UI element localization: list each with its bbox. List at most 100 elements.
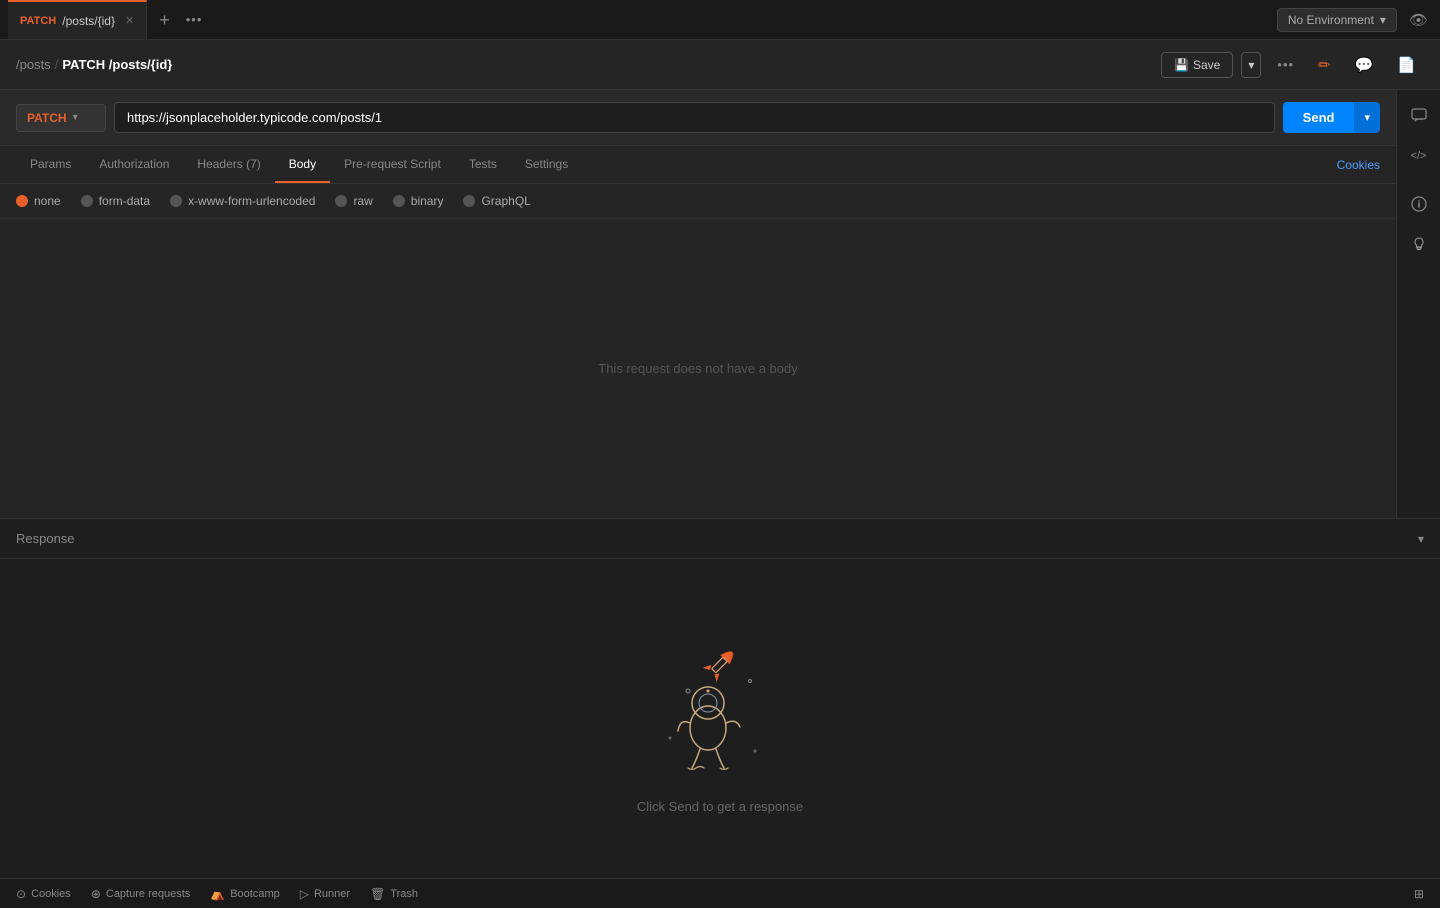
response-panel: Response ▾ (0, 518, 1440, 878)
request-header: /posts / PATCH /posts/{id} 💾 Save ▾ ••• … (0, 40, 1440, 90)
env-chevron-icon: ▾ (1380, 13, 1386, 27)
response-header: Response ▾ (0, 519, 1440, 559)
breadcrumb-current: PATCH /posts/{id} (62, 57, 172, 72)
doc-icon-button[interactable]: 📄 (1389, 52, 1424, 78)
save-dropdown-button[interactable]: ▾ (1241, 52, 1261, 78)
body-type-graphql-label: GraphQL (481, 194, 530, 208)
tab-settings[interactable]: Settings (511, 147, 582, 183)
radio-dot-form-data (81, 195, 93, 207)
body-type-none[interactable]: none (16, 194, 61, 208)
breadcrumb: /posts / PATCH /posts/{id} (16, 57, 1161, 72)
runner-icon: ▷ (300, 887, 309, 901)
lightbulb-icon (1411, 236, 1427, 252)
tab-more-button[interactable]: ••• (186, 12, 203, 27)
sidebar-info-button[interactable] (1401, 186, 1437, 222)
tab-tests[interactable]: Tests (455, 147, 511, 183)
save-icon: 💾 (1174, 58, 1189, 72)
body-content: This request does not have a body (0, 219, 1396, 518)
body-type-raw[interactable]: raw (335, 194, 372, 208)
sidebar-code-button[interactable]: </> (1401, 138, 1437, 174)
bottom-cookies[interactable]: ⊙ Cookies (16, 887, 71, 901)
bottom-bootcamp[interactable]: ⛺ Bootcamp (210, 887, 279, 901)
url-bar: PATCH ▾ Send ▾ (0, 90, 1396, 146)
request-header-actions: 💾 Save ▾ ••• ✏ 💬 📄 (1161, 52, 1424, 78)
tab-bar: PATCH /posts/{id} ✕ + ••• No Environment… (0, 0, 1440, 40)
active-tab[interactable]: PATCH /posts/{id} ✕ (8, 0, 147, 39)
request-tabs: Params Authorization Headers (7) Body Pr… (0, 146, 1396, 184)
capture-icon: ⊕ (91, 887, 101, 901)
body-empty-message: This request does not have a body (598, 361, 797, 376)
radio-dot-urlencoded (170, 195, 182, 207)
body-type-raw-label: raw (353, 194, 372, 208)
send-button-wrapper: Send ▾ (1283, 102, 1380, 133)
sidebar-lightbulb-button[interactable] (1401, 226, 1437, 262)
method-chevron-icon: ▾ (73, 112, 78, 123)
body-type-graphql[interactable]: GraphQL (463, 194, 530, 208)
trash-icon: 🗑 (370, 887, 385, 901)
breadcrumb-parent[interactable]: /posts (16, 57, 51, 72)
tab-pre-request-script[interactable]: Pre-request Script (330, 147, 455, 183)
bottom-runner[interactable]: ▷ Runner (300, 887, 350, 901)
tab-actions: + ••• (155, 7, 202, 33)
body-type-binary-label: binary (411, 194, 444, 208)
body-type-form-data[interactable]: form-data (81, 194, 150, 208)
tab-params[interactable]: Params (16, 147, 85, 183)
eye-icon[interactable]: 👁 (1405, 7, 1432, 33)
radio-dot-none (16, 195, 28, 207)
right-sidebar: </> (1396, 90, 1440, 518)
url-input[interactable] (114, 102, 1275, 133)
astronaut-illustration (640, 623, 800, 783)
radio-dot-binary (393, 195, 405, 207)
capture-label: Capture requests (106, 888, 190, 900)
comment-icon (1411, 108, 1427, 124)
response-body: Click Send to get a response (0, 559, 1440, 878)
cookies-icon: ⊙ (16, 887, 26, 901)
bottom-bar: ⊙ Cookies ⊕ Capture requests ⛺ Bootcamp … (0, 878, 1440, 908)
body-type-urlencoded-label: x-www-form-urlencoded (188, 194, 315, 208)
bootcamp-icon: ⛺ (210, 887, 225, 901)
request-panel: PATCH ▾ Send ▾ Params Authorization Head… (0, 90, 1396, 518)
tab-headers[interactable]: Headers (7) (183, 147, 274, 183)
bootcamp-label: Bootcamp (230, 888, 280, 900)
header-more-button[interactable]: ••• (1269, 53, 1302, 76)
tab-method: PATCH (20, 15, 56, 27)
send-dropdown-button[interactable]: ▾ (1354, 102, 1380, 133)
response-collapse-icon[interactable]: ▾ (1418, 532, 1424, 546)
tab-bar-right: No Environment ▾ 👁 (1277, 7, 1432, 33)
info-icon (1411, 196, 1427, 212)
body-type-bar: none form-data x-www-form-urlencoded raw… (0, 184, 1396, 219)
body-type-binary[interactable]: binary (393, 194, 444, 208)
radio-dot-raw (335, 195, 347, 207)
response-title: Response (16, 531, 75, 546)
body-type-urlencoded[interactable]: x-www-form-urlencoded (170, 194, 315, 208)
cookies-link[interactable]: Cookies (1337, 158, 1380, 172)
environment-selector[interactable]: No Environment ▾ (1277, 8, 1397, 32)
edit-icon-button[interactable]: ✏ (1310, 52, 1339, 78)
send-button[interactable]: Send (1283, 102, 1355, 133)
tab-path: /posts/{id} (62, 14, 115, 28)
method-label: PATCH (27, 111, 67, 125)
body-type-form-data-label: form-data (99, 194, 150, 208)
breadcrumb-separator: / (55, 57, 59, 72)
main-content: PATCH ▾ Send ▾ Params Authorization Head… (0, 90, 1440, 518)
response-hint: Click Send to get a response (637, 799, 803, 814)
trash-label: Trash (390, 888, 418, 900)
save-button[interactable]: 💾 Save (1161, 52, 1233, 78)
code-icon: </> (1411, 150, 1427, 162)
bottom-capture[interactable]: ⊕ Capture requests (91, 887, 190, 901)
tab-close-icon[interactable]: ✕ (125, 14, 134, 27)
body-type-none-label: none (34, 194, 61, 208)
save-label: Save (1193, 58, 1220, 72)
bottom-layout[interactable]: ⊞ (1414, 887, 1424, 901)
new-tab-button[interactable]: + (155, 7, 174, 33)
bottom-trash[interactable]: 🗑 Trash (370, 887, 418, 901)
tab-authorization[interactable]: Authorization (85, 147, 183, 183)
tab-body[interactable]: Body (275, 147, 330, 183)
env-label: No Environment (1288, 13, 1374, 27)
cookies-label: Cookies (31, 888, 71, 900)
comment-icon-button[interactable]: 💬 (1347, 52, 1382, 78)
sidebar-comment-button[interactable] (1401, 98, 1437, 134)
radio-dot-graphql (463, 195, 475, 207)
method-selector[interactable]: PATCH ▾ (16, 104, 106, 132)
runner-label: Runner (314, 888, 350, 900)
